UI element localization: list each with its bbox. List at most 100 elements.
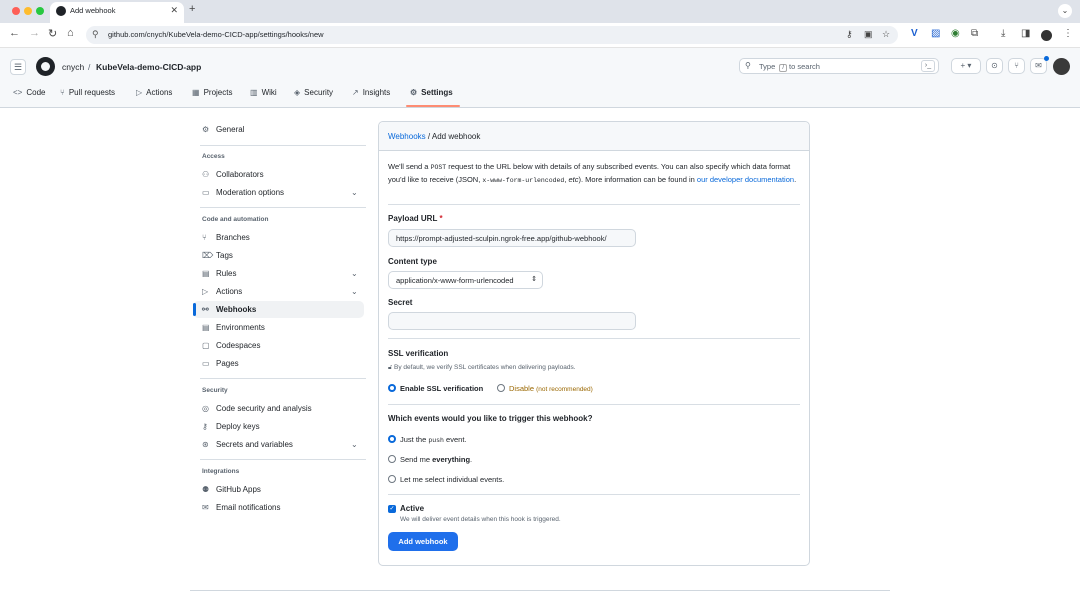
minimize-window-icon[interactable] xyxy=(24,7,32,15)
sidebar-item-email-notifications[interactable]: ✉ Email notifications xyxy=(202,503,280,512)
create-new-button[interactable]: + ▾ xyxy=(951,58,981,74)
repo-link[interactable]: KubeVela-demo-CICD-app xyxy=(96,62,201,72)
tab-pull-requests[interactable]: ⑂ Pull requests xyxy=(60,88,115,97)
forward-icon[interactable]: → xyxy=(29,27,40,39)
close-tab-icon[interactable]: ✕ xyxy=(170,5,178,16)
owner-link[interactable]: cnych xyxy=(62,62,84,72)
back-icon[interactable]: ← xyxy=(9,27,20,39)
extension-green-icon[interactable]: ◉ xyxy=(951,28,960,39)
sidebar-heading-security: Security xyxy=(202,387,228,394)
chevron-down-icon[interactable]: ⌄ xyxy=(351,440,358,449)
sidebar-item-label: Branches xyxy=(216,233,250,242)
sidebar-item-codespaces[interactable]: ▢ Codespaces xyxy=(202,341,260,350)
apps-icon: ⚉ xyxy=(202,485,210,494)
vue-extension-icon[interactable]: V xyxy=(911,28,918,39)
graph-icon: ↗ xyxy=(352,88,359,97)
address-bar[interactable]: ⚲ github.com/cnych/KubeVela-demo-CICD-ap… xyxy=(86,26,898,44)
cast-icon[interactable]: ▣ xyxy=(864,29,873,40)
tab-settings-label: Settings xyxy=(421,88,453,97)
maximize-window-icon[interactable] xyxy=(36,7,44,15)
tab-projects[interactable]: ▦ Projects xyxy=(192,88,232,97)
active-checkbox[interactable]: ✓ xyxy=(388,505,396,513)
ssl-disable-label[interactable]: Disable (not recommended) xyxy=(509,384,593,393)
sidebar-item-actions[interactable]: ▷ Actions xyxy=(202,287,242,296)
tab-wiki[interactable]: ▥ Wiki xyxy=(250,88,277,97)
sidebar-item-label: Code security and analysis xyxy=(216,404,312,413)
issues-icon[interactable]: ⊙ xyxy=(986,58,1003,74)
content-type-label: Content type xyxy=(388,257,437,266)
sidebar-item-label: Deploy keys xyxy=(216,422,260,431)
sidebar-item-label: Secrets and variables xyxy=(216,440,293,449)
event-push-label[interactable]: Just the push event. xyxy=(400,435,466,444)
new-tab-icon[interactable]: + xyxy=(189,3,195,15)
event-individual-radio[interactable] xyxy=(388,475,396,483)
event-push-radio[interactable] xyxy=(388,435,396,443)
chevron-down-icon[interactable]: ⌄ xyxy=(351,188,358,197)
add-webhook-button[interactable]: Add webhook xyxy=(388,532,458,551)
download-icon[interactable]: ⤓ xyxy=(1001,28,1005,39)
bookmark-star-icon[interactable]: ☆ xyxy=(882,29,890,40)
tab-security[interactable]: ◈ Security xyxy=(294,88,333,97)
tab-insights[interactable]: ↗ Insights xyxy=(352,88,390,97)
sidebar-item-moderation[interactable]: ▭ Moderation options xyxy=(202,188,284,197)
home-icon[interactable]: ⌂ xyxy=(67,27,74,39)
webhooks-breadcrumb-link[interactable]: Webhooks xyxy=(388,132,426,141)
user-avatar[interactable] xyxy=(1053,58,1070,75)
github-logo-icon[interactable] xyxy=(36,57,55,76)
sidebar-item-label: Rules xyxy=(216,269,237,278)
tab-code[interactable]: <> Code xyxy=(13,88,45,97)
chevron-down-icon[interactable]: ⌄ xyxy=(351,287,358,296)
required-marker: * xyxy=(439,214,443,223)
content-type-select[interactable]: application/x-www-form-urlencoded ⇕ xyxy=(388,271,543,289)
url-text: github.com/cnych/KubeVela-demo-CICD-app/… xyxy=(108,30,324,39)
sidebar-item-branches[interactable]: ⑂ Branches xyxy=(202,233,250,242)
tab-search-icon[interactable]: ⌄ xyxy=(1058,4,1072,18)
sidebar-item-environments[interactable]: ▤ Environments xyxy=(202,323,265,332)
active-label[interactable]: Active xyxy=(400,504,424,513)
tab-projects-label: Projects xyxy=(203,88,233,97)
pull-requests-icon[interactable]: ⑂ xyxy=(1008,58,1025,74)
menu-hamburger-icon[interactable]: ☰ xyxy=(10,59,26,75)
sidebar-item-general[interactable]: ⚙ General xyxy=(202,125,244,134)
sidebar-item-deploy-keys[interactable]: ⚷ Deploy keys xyxy=(202,422,260,431)
tab-title: Add webhook xyxy=(70,6,116,15)
event-all-radio[interactable] xyxy=(388,455,396,463)
side-panel-icon[interactable]: ◨ xyxy=(1021,28,1030,39)
reload-icon[interactable]: ↻ xyxy=(48,27,57,40)
extensions-puzzle-icon[interactable]: ⧉ xyxy=(971,28,978,39)
browser-menu-icon[interactable]: ⋮ xyxy=(1063,28,1073,39)
sidebar-item-github-apps[interactable]: ⚉ GitHub Apps xyxy=(202,485,261,494)
ssl-enable-label[interactable]: Enable SSL verification xyxy=(400,384,483,393)
profile-avatar-icon[interactable] xyxy=(1041,30,1052,41)
sidebar-item-label: Pages xyxy=(216,359,239,368)
extension-screenshot-icon[interactable]: ▨ xyxy=(931,28,940,39)
command-palette-icon[interactable]: ›_ xyxy=(921,60,935,72)
close-window-icon[interactable] xyxy=(12,7,20,15)
tab-pull-requests-label: Pull requests xyxy=(68,88,116,97)
sidebar-item-tags[interactable]: ⌦ Tags xyxy=(202,251,233,260)
event-individual-label[interactable]: Let me select individual events. xyxy=(400,475,504,484)
chevron-down-icon[interactable]: ⌄ xyxy=(351,269,358,278)
ssl-disable-radio[interactable] xyxy=(497,384,505,392)
payload-url-input[interactable]: https://prompt-adjusted-sculpin.ngrok-fr… xyxy=(388,229,636,247)
search-suffix: to search xyxy=(789,62,820,71)
sidebar-item-code-security[interactable]: ◎ Code security and analysis xyxy=(202,404,312,413)
tab-actions[interactable]: ▷ Actions xyxy=(136,88,172,97)
sidebar-item-webhooks[interactable]: ⚯ Webhooks xyxy=(202,305,256,314)
key-icon[interactable]: ⚷ xyxy=(846,29,853,40)
tab-settings[interactable]: ⚙ Settings xyxy=(410,88,453,97)
sidebar-item-rules[interactable]: ▤ Rules xyxy=(202,269,236,278)
sidebar-item-secrets[interactable]: ⊛ Secrets and variables xyxy=(202,440,293,449)
developer-docs-link[interactable]: our developer documentation xyxy=(697,175,794,184)
sidebar-item-collaborators[interactable]: ⚇ Collaborators xyxy=(202,170,264,179)
sidebar-item-label: Actions xyxy=(216,287,243,296)
browser-tab[interactable]: Add webhook ✕ xyxy=(50,2,184,23)
event-all-label[interactable]: Send me everything. xyxy=(400,455,472,464)
sidebar-item-pages[interactable]: ▭ Pages xyxy=(202,359,239,368)
secret-input[interactable] xyxy=(388,312,636,330)
search-input[interactable]: ⚲ Type / to search ›_ xyxy=(739,58,939,74)
sidebar-divider xyxy=(200,207,366,208)
ssl-enable-radio[interactable] xyxy=(388,384,396,392)
site-info-icon[interactable]: ⚲ xyxy=(92,29,99,40)
mail-icon: ✉ xyxy=(202,503,209,512)
